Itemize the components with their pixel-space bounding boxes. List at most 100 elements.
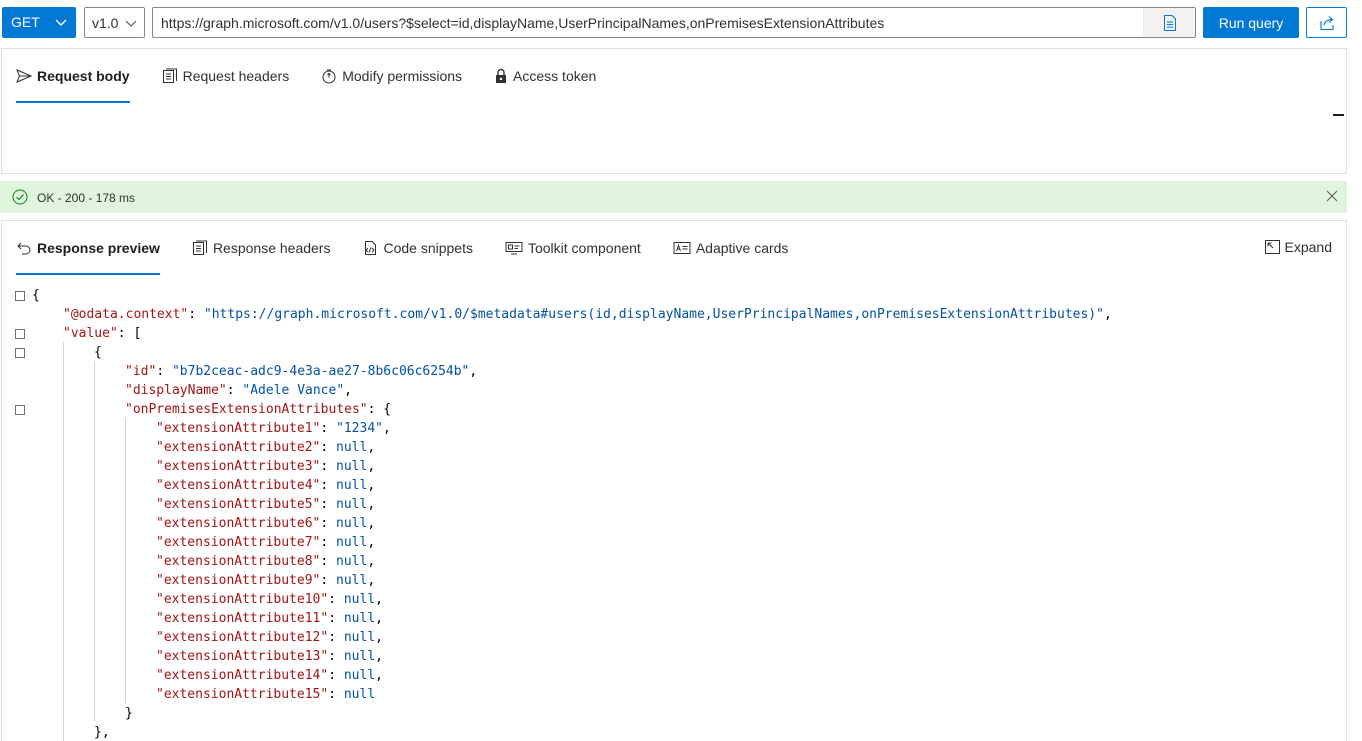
json-key: "extensionAttribute4" xyxy=(156,478,321,493)
status-message-bar: OK - 200 - 178 ms xyxy=(0,181,1347,213)
share-icon xyxy=(1319,15,1334,30)
json-value: null xyxy=(336,478,368,493)
json-line: } xyxy=(125,706,133,721)
url-input[interactable] xyxy=(161,14,1141,32)
json-line: "extensionAttribute12": null, xyxy=(156,630,383,645)
tab-response-preview[interactable]: Response preview xyxy=(16,226,160,275)
tab-adaptive-cards[interactable]: Adaptive cards xyxy=(673,226,789,270)
tab-response-headers[interactable]: Response headers xyxy=(192,226,331,270)
json-value: null xyxy=(336,459,368,474)
json-line: "displayName": "Adele Vance", xyxy=(125,383,352,398)
close-icon[interactable] xyxy=(1326,190,1338,202)
document-icon xyxy=(1163,14,1176,31)
json-line: "extensionAttribute6": null, xyxy=(156,516,376,531)
json-key: "extensionAttribute2" xyxy=(156,440,321,455)
json-key: "extensionAttribute7" xyxy=(156,535,321,550)
indent-guide xyxy=(63,342,64,741)
share-query-button[interactable] xyxy=(1306,7,1347,38)
toolkit-icon xyxy=(505,242,523,255)
json-key: "onPremisesExtensionAttributes" xyxy=(125,402,368,417)
json-line: "onPremisesExtensionAttributes": { xyxy=(125,402,392,417)
response-tabs: Response preview Response headers Code s… xyxy=(16,226,820,275)
send-icon xyxy=(16,69,32,83)
json-key: "extensionAttribute9" xyxy=(156,573,321,588)
json-key: "extensionAttribute12" xyxy=(156,630,329,645)
tab-label: Response headers xyxy=(212,240,331,256)
json-key: "@odata.context" xyxy=(63,307,189,322)
json-line: "extensionAttribute4": null, xyxy=(156,478,376,493)
json-value: null xyxy=(336,554,368,569)
version-dropdown[interactable]: v1.0 xyxy=(84,7,145,38)
json-key: "extensionAttribute14" xyxy=(156,668,329,683)
request-tabs: Request body Request headers Modify perm… xyxy=(16,54,628,103)
json-line: "extensionAttribute11": null, xyxy=(156,611,383,626)
json-value: null xyxy=(336,516,368,531)
tab-label: Response preview xyxy=(37,240,160,256)
panel-resize-handle[interactable] xyxy=(1333,114,1344,116)
json-value: "Adele Vance" xyxy=(242,383,345,398)
json-key: "displayName" xyxy=(125,383,227,398)
version-label: v1.0 xyxy=(92,15,119,31)
tab-label: Code snippets xyxy=(383,240,473,256)
json-value: "https://graph.microsoft.com/v1.0/$metad… xyxy=(203,307,1104,322)
json-line: "extensionAttribute9": null, xyxy=(156,573,376,588)
response-panel: Response preview Response headers Code s… xyxy=(1,220,1347,741)
json-line: "extensionAttribute13": null, xyxy=(156,649,383,664)
http-method-label: GET xyxy=(11,14,40,30)
json-value: null xyxy=(336,535,368,550)
fold-toggle[interactable] xyxy=(15,405,25,415)
json-line: "value": [ xyxy=(63,326,142,341)
tab-label: Toolkit component xyxy=(527,240,641,256)
status-text: OK - 200 - 178 ms xyxy=(37,191,136,205)
url-field xyxy=(152,7,1196,38)
tab-label: Request headers xyxy=(182,68,290,84)
json-key: "extensionAttribute11" xyxy=(156,611,329,626)
chevron-down-icon xyxy=(125,20,137,27)
json-value: null xyxy=(343,630,376,645)
json-line: "extensionAttribute5": null, xyxy=(156,497,376,512)
http-method-dropdown[interactable]: GET xyxy=(2,7,76,38)
run-query-button[interactable]: Run query xyxy=(1203,7,1299,38)
shield-icon xyxy=(322,69,336,84)
json-key: "extensionAttribute8" xyxy=(156,554,321,569)
json-line: "extensionAttribute8": null, xyxy=(156,554,376,569)
json-value: null xyxy=(336,573,368,588)
tab-request-body[interactable]: Request body xyxy=(16,54,130,103)
json-value: "1234" xyxy=(336,421,383,436)
tab-code-snippets[interactable]: Code snippets xyxy=(362,226,473,270)
fold-toggle[interactable] xyxy=(15,329,25,339)
tab-label: Modify permissions xyxy=(342,68,463,84)
fold-toggle[interactable] xyxy=(15,291,25,301)
json-line: { xyxy=(94,345,102,360)
tab-toolkit-component[interactable]: Toolkit component xyxy=(505,226,641,270)
tab-access-token[interactable]: Access token xyxy=(494,54,596,98)
json-line: "extensionAttribute7": null, xyxy=(156,535,376,550)
json-key: "value" xyxy=(63,326,118,341)
json-line: }, xyxy=(94,725,110,740)
fold-toggle[interactable] xyxy=(15,348,25,358)
request-panel: Request body Request headers Modify perm… xyxy=(1,48,1347,174)
query-docs-button[interactable] xyxy=(1143,8,1195,37)
query-toolbar: GET v1.0 Run query xyxy=(0,0,1362,44)
json-key: "extensionAttribute13" xyxy=(156,649,329,664)
json-line: "extensionAttribute15": null xyxy=(156,687,376,702)
lock-icon xyxy=(496,68,507,83)
json-key: "extensionAttribute10" xyxy=(156,592,329,607)
tab-request-headers[interactable]: Request headers xyxy=(162,54,290,98)
json-line: "extensionAttribute3": null, xyxy=(156,459,376,474)
json-line: { xyxy=(32,288,40,303)
card-icon xyxy=(673,242,691,254)
tab-label: Request body xyxy=(37,68,130,84)
expand-label: Expand xyxy=(1284,239,1332,255)
json-key: "extensionAttribute3" xyxy=(156,459,321,474)
json-key: "id" xyxy=(125,364,157,379)
tab-label: Adaptive cards xyxy=(695,240,789,256)
indent-guide xyxy=(94,361,95,721)
json-key: "extensionAttribute6" xyxy=(156,516,321,531)
tab-label: Access token xyxy=(513,68,597,84)
json-key: "extensionAttribute1" xyxy=(156,421,321,436)
json-key: "extensionAttribute5" xyxy=(156,497,321,512)
json-line: "@odata.context": "https://graph.microso… xyxy=(63,307,1112,322)
expand-button[interactable]: Expand xyxy=(1264,239,1332,255)
tab-modify-permissions[interactable]: Modify permissions xyxy=(321,54,462,98)
